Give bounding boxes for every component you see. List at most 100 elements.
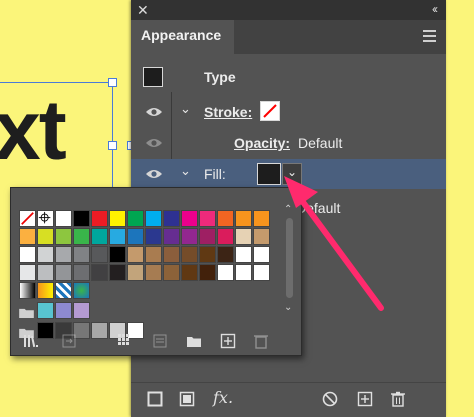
clear-appearance-icon[interactable] [322,391,338,407]
swatch-cell[interactable] [181,210,198,227]
fill-swatch[interactable] [257,163,281,185]
collapse-icon[interactable]: ‹‹ [432,1,438,17]
swatch-cell[interactable] [109,246,126,263]
swatch-cell[interactable] [37,302,54,319]
swatch-cell[interactable] [73,210,90,227]
swatch-cell[interactable] [253,210,270,227]
swatch-cell[interactable] [19,228,36,245]
swatch-cell[interactable] [253,264,270,281]
swatch-cell[interactable] [91,246,108,263]
panel-menu-icon[interactable] [423,30,436,45]
place-swatches-icon[interactable] [61,333,77,349]
swatch-cell[interactable] [37,264,54,281]
swatch-cell[interactable] [73,246,90,263]
swatch-cell[interactable] [217,264,234,281]
swatch-cell[interactable] [199,264,216,281]
swatch-cell[interactable] [55,264,72,281]
fill-label[interactable]: Fill: [204,164,226,184]
delete-swatch-icon[interactable] [253,333,269,349]
swatch-cell[interactable] [253,246,270,263]
swatch-cell[interactable] [55,228,72,245]
swatch-cell[interactable] [163,228,180,245]
swatch-cell[interactable] [109,228,126,245]
swatch-cell[interactable] [181,228,198,245]
swatch-cell[interactable] [253,228,270,245]
opacity-label[interactable]: Opacity: [234,133,290,153]
swatch-cell[interactable] [19,264,36,281]
swatch-cell[interactable] [145,246,162,263]
swatch-cell[interactable] [145,228,162,245]
stroke-label[interactable]: Stroke: [204,102,252,122]
swatch-cell[interactable] [181,264,198,281]
swatch-cell[interactable] [73,302,90,319]
eye-icon[interactable] [145,168,163,180]
swatch-cell[interactable] [127,246,144,263]
swatch-cell[interactable] [217,246,234,263]
swatch-cell[interactable] [109,210,126,227]
swatch-kinds-icon[interactable] [117,333,133,349]
trash-icon[interactable] [390,391,406,407]
swatch-cell[interactable] [163,246,180,263]
swatch-cell[interactable] [127,210,144,227]
swatch-cell[interactable] [19,210,36,227]
swatch-cell[interactable] [199,228,216,245]
swatch-cell[interactable] [145,210,162,227]
fill-swatch-dropdown[interactable]: ⌄ [282,163,302,185]
new-fill-icon[interactable] [179,391,195,407]
swatch-cell[interactable] [217,210,234,227]
swatch-cell[interactable] [91,210,108,227]
swatch-cell[interactable] [91,264,108,281]
tab-appearance[interactable]: Appearance [131,20,234,54]
swatch-cell[interactable] [37,246,54,263]
swatch-cell[interactable] [55,246,72,263]
close-icon[interactable]: ✕ [137,2,149,18]
swatch-cell[interactable] [37,228,54,245]
swatch-cell[interactable] [235,246,252,263]
swatch-cell[interactable] [19,282,36,299]
swatch-cell[interactable] [163,264,180,281]
swatch-cell[interactable] [109,264,126,281]
duplicate-icon[interactable] [357,391,373,407]
swatch-options-icon[interactable] [152,333,168,349]
swatch-cell[interactable] [37,210,54,227]
new-swatch-icon[interactable] [220,333,236,349]
type-row[interactable]: Type [131,60,446,94]
eye-icon[interactable] [145,106,163,118]
swatch-cell[interactable] [181,246,198,263]
swatch-cell[interactable] [235,264,252,281]
new-color-group-icon[interactable] [186,333,202,349]
chevron-down-icon[interactable]: ⌄ [180,163,191,179]
swatch-cell[interactable] [163,210,180,227]
swatch-cell[interactable] [91,228,108,245]
swatch-cell[interactable] [217,228,234,245]
swatch-cell[interactable] [235,210,252,227]
canvas-text[interactable]: xt [0,88,67,172]
eye-icon[interactable] [145,137,163,149]
fx-icon[interactable]: fx. [213,388,233,407]
swatch-cell[interactable] [199,210,216,227]
swatch-cell[interactable] [55,210,72,227]
swatch-cell[interactable] [73,264,90,281]
selection-handle[interactable] [108,78,117,87]
fill-row[interactable]: ⌄ Fill: ⌄ [131,159,446,189]
stroke-swatch[interactable] [260,101,280,121]
swatch-cell[interactable] [199,246,216,263]
swatch-scrollbar[interactable]: ⌃ ⌄ [283,204,295,318]
new-stroke-icon[interactable] [147,391,163,407]
stroke-row[interactable]: ⌄ Stroke: [131,95,446,129]
swatch-cell[interactable] [73,228,90,245]
selection-handle[interactable] [108,141,117,150]
opacity-row[interactable]: Opacity: Default [131,126,446,160]
swatch-cell[interactable] [127,264,144,281]
chevron-down-icon[interactable]: ⌄ [180,101,191,117]
color-group-folder-icon[interactable] [19,305,34,318]
swatch-cell[interactable] [55,282,72,299]
swatch-cell[interactable] [145,264,162,281]
swatch-cell[interactable] [73,282,90,299]
swatch-libraries-icon[interactable] [23,333,39,349]
swatch-cell[interactable] [127,228,144,245]
swatch-cell[interactable] [235,228,252,245]
swatch-cell[interactable] [55,302,72,319]
swatch-cell[interactable] [37,282,54,299]
swatch-cell[interactable] [19,246,36,263]
